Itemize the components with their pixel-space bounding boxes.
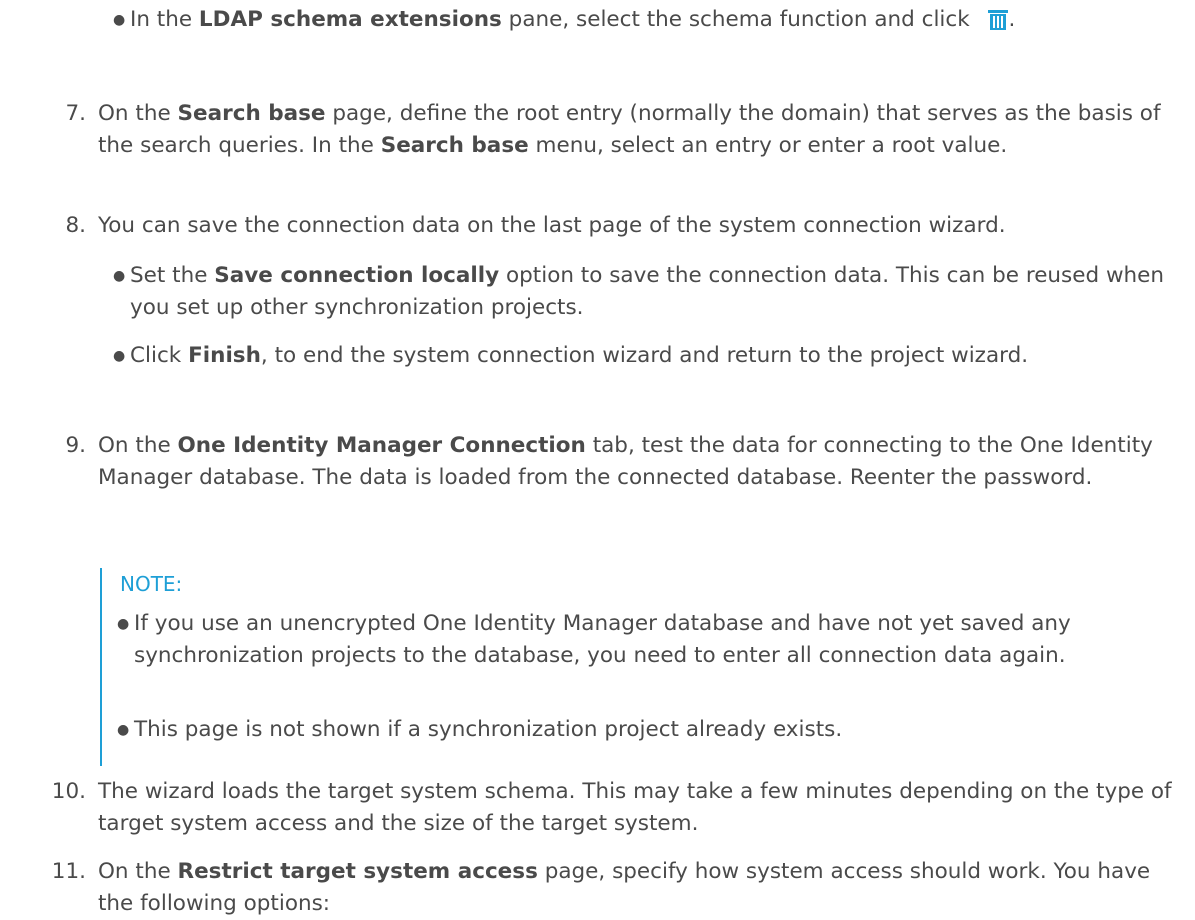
step-text: On the One Identity Manager Connection t… (98, 430, 1174, 494)
step-number: 11. (51, 859, 86, 884)
step-number: 7. (65, 101, 86, 126)
bullet-dot: ● (113, 12, 126, 28)
bold-run: Save connection locally (214, 263, 500, 288)
text-run: , to end the system connection wizard an… (260, 343, 1029, 368)
step-number: 10. (51, 779, 86, 804)
step8-bullet-finish: ● Click Finish, to end the system connec… (113, 340, 1170, 372)
bullet-text-pre: In the (130, 7, 199, 32)
text-run: On the (98, 859, 178, 884)
bullet-dot: ● (113, 268, 126, 284)
bullet-dot: ● (117, 616, 130, 632)
step-8: 8. You can save the connection data on t… (44, 210, 1174, 242)
step-10: 10. The wizard loads the target system s… (44, 776, 1174, 840)
step-text: On the Restrict target system access pag… (98, 856, 1174, 920)
bold-run: Finish (188, 343, 261, 368)
step-text: You can save the connection data on the … (98, 210, 1174, 242)
bold-run: Restrict target system access (177, 859, 538, 884)
bold-run: Search base (177, 101, 326, 126)
text-run: On the (98, 101, 178, 126)
bullet-delete-schema-function: ● In the LDAP schema extensions pane, se… (113, 4, 1170, 40)
step-number: 9. (65, 433, 86, 458)
bullet-dot: ● (113, 348, 126, 364)
note-callout: NOTE: ● If you use an unencrypted One Id… (100, 568, 1162, 766)
bullet-text-post: pane, select the schema function and cli… (501, 7, 977, 32)
note-item: ● This page is not shown if a synchroniz… (117, 714, 1144, 746)
trash-icon (987, 8, 1009, 40)
step8-bullet-save-locally: ● Set the Save connection locally option… (113, 260, 1170, 324)
text-run: On the (98, 433, 178, 458)
text-run: The wizard loads the target system schem… (98, 779, 1172, 836)
text-run: Set the (130, 263, 215, 288)
text-run: Click (130, 343, 189, 368)
step-7: 7. On the Search base page, define the r… (44, 98, 1174, 162)
text-run: menu, select an entry or enter a root va… (528, 133, 1008, 158)
note-label: NOTE: (120, 572, 183, 596)
bold-run: One Identity Manager Connection (177, 433, 586, 458)
step-text: On the Search base page, define the root… (98, 98, 1174, 162)
step-number: 8. (65, 213, 86, 238)
text-run: You can save the connection data on the … (98, 213, 1006, 238)
step-text: The wizard loads the target system schem… (98, 776, 1174, 840)
bullet-dot: ● (117, 722, 130, 738)
bullet-text-end: . (1008, 7, 1016, 32)
bold-run: Search base (380, 133, 529, 158)
step-11: 11. On the Restrict target system access… (44, 856, 1174, 920)
note-item-text: If you use an unencrypted One Identity M… (134, 611, 1071, 668)
note-item-text: This page is not shown if a synchronizat… (134, 717, 843, 742)
note-item: ● If you use an unencrypted One Identity… (117, 608, 1144, 672)
bullet-text-bold: LDAP schema extensions (198, 7, 502, 32)
step-9: 9. On the One Identity Manager Connectio… (44, 430, 1174, 494)
